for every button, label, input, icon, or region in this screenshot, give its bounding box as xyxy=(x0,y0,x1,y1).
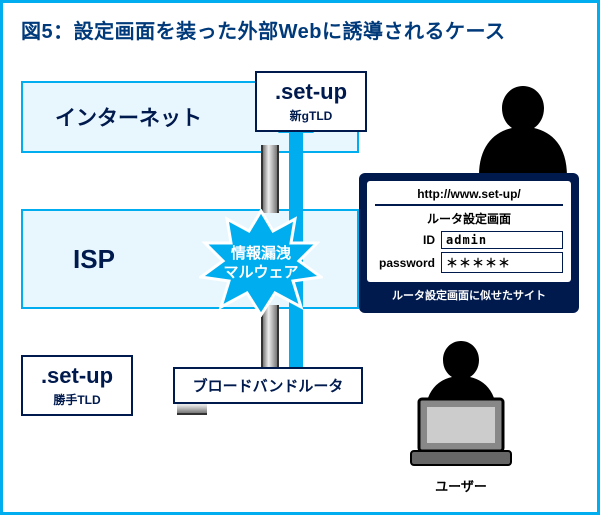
setup-new-gtld-box: .set-up 新gTLD xyxy=(255,71,367,132)
router-box: ブロードバンドルータ xyxy=(173,367,363,404)
diagram-title: 図5：設定画面を装った外部Webに誘導されるケース xyxy=(21,15,579,44)
password-label: password xyxy=(375,256,435,270)
password-row: password ＊＊＊＊＊ xyxy=(375,252,563,273)
attacker-silhouette xyxy=(473,81,573,176)
user-label: ユーザー xyxy=(391,476,531,495)
malware-burst: 情報漏洩 マルウェア xyxy=(199,209,323,317)
diagram-frame: 図5：設定画面を装った外部Webに誘導されるケース インターネット ISP .s… xyxy=(0,0,600,515)
phishing-window: http://www.set-up/ ルータ設定画面 ID admin pass… xyxy=(367,181,571,282)
tier-isp-label: ISP xyxy=(73,244,115,275)
user-silhouette: ユーザー xyxy=(391,339,531,495)
phishing-url: http://www.set-up/ xyxy=(375,187,563,206)
router-label: ブロードバンドルータ xyxy=(193,378,344,395)
phishing-header: ルータ設定画面 xyxy=(375,210,563,227)
user-with-pc-icon xyxy=(391,339,531,469)
setup-fake-domain: .set-up xyxy=(33,363,121,389)
person-icon xyxy=(473,81,573,176)
id-field: admin xyxy=(441,231,563,249)
phishing-caption: ルータ設定画面に似せたサイト xyxy=(367,287,571,303)
id-label: ID xyxy=(375,233,435,247)
setup-new-sub: 新gTLD xyxy=(267,107,355,124)
pipe-internet-isp xyxy=(261,145,279,213)
diagram-stage: インターネット ISP .set-up 新gTLD .set-up 勝手TLD … xyxy=(21,59,579,498)
id-row: ID admin xyxy=(375,231,563,249)
tier-internet-label: インターネット xyxy=(55,102,202,132)
phishing-panel: http://www.set-up/ ルータ設定画面 ID admin pass… xyxy=(359,173,579,313)
setup-new-domain: .set-up xyxy=(267,79,355,105)
password-field: ＊＊＊＊＊ xyxy=(441,252,563,273)
setup-fake-sub: 勝手TLD xyxy=(33,391,121,408)
setup-fake-tld-box: .set-up 勝手TLD xyxy=(21,355,133,416)
burst-line1: 情報漏洩 xyxy=(231,244,291,264)
burst-line2: マルウェア xyxy=(223,263,298,283)
